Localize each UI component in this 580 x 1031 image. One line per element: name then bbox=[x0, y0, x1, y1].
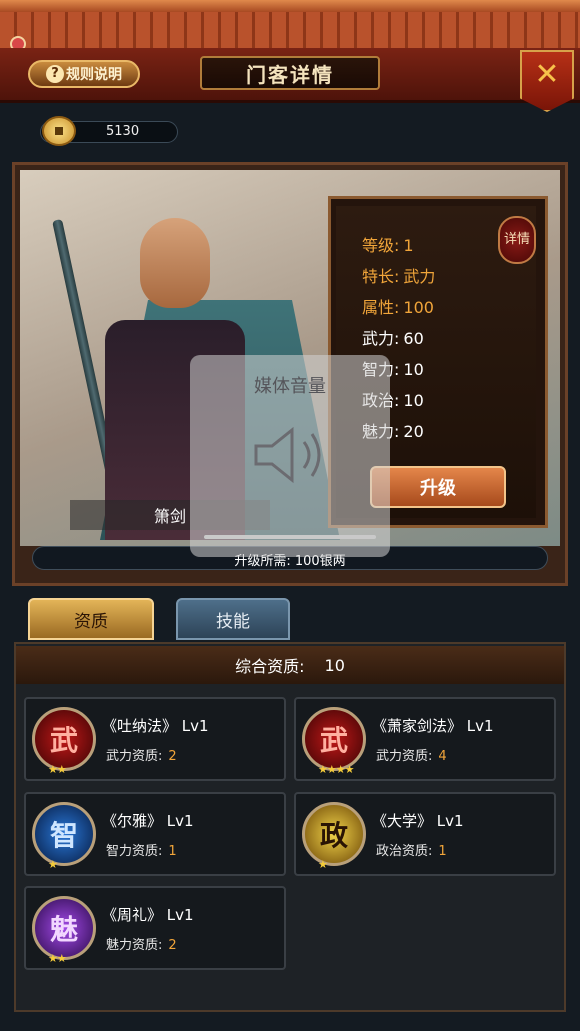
skill-stat-value: 1 bbox=[438, 844, 447, 859]
skill-card[interactable]: 智 ★ 《尔雅》 Lv1 智力资质: 1 bbox=[24, 792, 286, 876]
question-icon: ? bbox=[46, 65, 64, 83]
star-rating: ★ bbox=[318, 858, 328, 871]
skill-stat-value: 4 bbox=[438, 749, 447, 764]
star-rating: ★ bbox=[48, 858, 58, 871]
stat-value: 10 bbox=[403, 360, 424, 379]
stat-label: 武力: bbox=[362, 329, 400, 348]
coin-icon bbox=[42, 116, 76, 146]
skill-title: 《萧家剑法》 Lv1 bbox=[372, 717, 494, 735]
aptitude-total-value: 10 bbox=[324, 655, 345, 675]
tab-skills[interactable]: 技能 bbox=[176, 598, 290, 640]
skill-stat: 政治资质: 1 bbox=[376, 840, 447, 859]
skill-stat: 武力资质: 4 bbox=[376, 745, 447, 764]
skill-stat: 魅力资质: 2 bbox=[106, 934, 177, 953]
skill-emblem-icon: 武 bbox=[302, 707, 366, 771]
skill-stat-value: 1 bbox=[168, 844, 177, 859]
skill-stat-label: 智力资质: bbox=[106, 844, 163, 859]
skill-emblem-icon: 智 bbox=[32, 802, 96, 866]
skill-stat-value: 2 bbox=[168, 938, 177, 953]
rules-label: 规则说明 bbox=[66, 67, 122, 83]
skill-emblem-icon: 魅 bbox=[32, 896, 96, 960]
detail-button[interactable]: 详情 bbox=[498, 216, 536, 264]
star-rating: ★★ bbox=[48, 763, 67, 776]
stat-value: 武力 bbox=[403, 267, 436, 286]
star-rating: ★★★★ bbox=[318, 763, 354, 776]
upgrade-button[interactable]: 升级 bbox=[370, 466, 506, 508]
skill-card[interactable]: 魅 ★★ 《周礼》 Lv1 魅力资质: 2 bbox=[24, 886, 286, 970]
currency-amount: 5130 bbox=[106, 124, 140, 139]
page-title: 门客详情 bbox=[200, 56, 380, 90]
volume-label: 媒体音量 bbox=[254, 376, 326, 397]
skill-stat-label: 政治资质: bbox=[376, 844, 433, 859]
skill-card[interactable]: 政 ★ 《大学》 Lv1 政治资质: 1 bbox=[294, 792, 556, 876]
volume-slider[interactable] bbox=[204, 535, 376, 539]
skill-card[interactable]: 武 ★★★★ 《萧家剑法》 Lv1 武力资质: 4 bbox=[294, 697, 556, 781]
hero-head-illustration bbox=[140, 218, 210, 308]
skill-card[interactable]: 武 ★★ 《吐纳法》 Lv1 武力资质: 2 bbox=[24, 697, 286, 781]
skill-stat-label: 武力资质: bbox=[376, 749, 433, 764]
tab-aptitude[interactable]: 资质 bbox=[28, 598, 154, 640]
skill-stat: 智力资质: 1 bbox=[106, 840, 177, 859]
skill-emblem-icon: 武 bbox=[32, 707, 96, 771]
skill-emblem-icon: 政 bbox=[302, 802, 366, 866]
stat-label: 特长: bbox=[362, 267, 400, 286]
stat-row: 属性: 100 bbox=[362, 294, 434, 318]
close-icon: ✕ bbox=[534, 57, 560, 92]
stat-label: 属性: bbox=[362, 298, 400, 317]
speaker-icon bbox=[254, 426, 321, 484]
stat-value: 60 bbox=[403, 329, 424, 348]
skill-title: 《尔雅》 Lv1 bbox=[102, 812, 194, 830]
star-rating: ★★ bbox=[48, 952, 67, 965]
palace-roof bbox=[0, 0, 580, 52]
stat-row: 等级: 1 bbox=[362, 232, 414, 256]
skill-title: 《吐纳法》 Lv1 bbox=[102, 717, 209, 735]
stat-row: 特长: 武力 bbox=[362, 263, 435, 287]
stat-label: 等级: bbox=[362, 236, 400, 255]
aptitude-total-label: 综合资质: bbox=[235, 657, 305, 676]
skill-title: 《大学》 Lv1 bbox=[372, 812, 464, 830]
stat-value: 100 bbox=[403, 298, 434, 317]
skill-stat-label: 魅力资质: bbox=[106, 938, 163, 953]
aptitude-total: 综合资质: 10 bbox=[16, 646, 564, 684]
skill-stat-label: 武力资质: bbox=[106, 749, 163, 764]
stat-value: 1 bbox=[403, 236, 414, 255]
rules-button[interactable]: ? 规则说明 bbox=[28, 60, 140, 88]
skill-stat: 武力资质: 2 bbox=[106, 745, 177, 764]
stat-row: 武力: 60 bbox=[362, 325, 424, 349]
stat-value: 10 bbox=[403, 391, 424, 410]
stat-value: 20 bbox=[403, 422, 424, 441]
skill-title: 《周礼》 Lv1 bbox=[102, 906, 194, 924]
skill-stat-value: 2 bbox=[168, 749, 177, 764]
